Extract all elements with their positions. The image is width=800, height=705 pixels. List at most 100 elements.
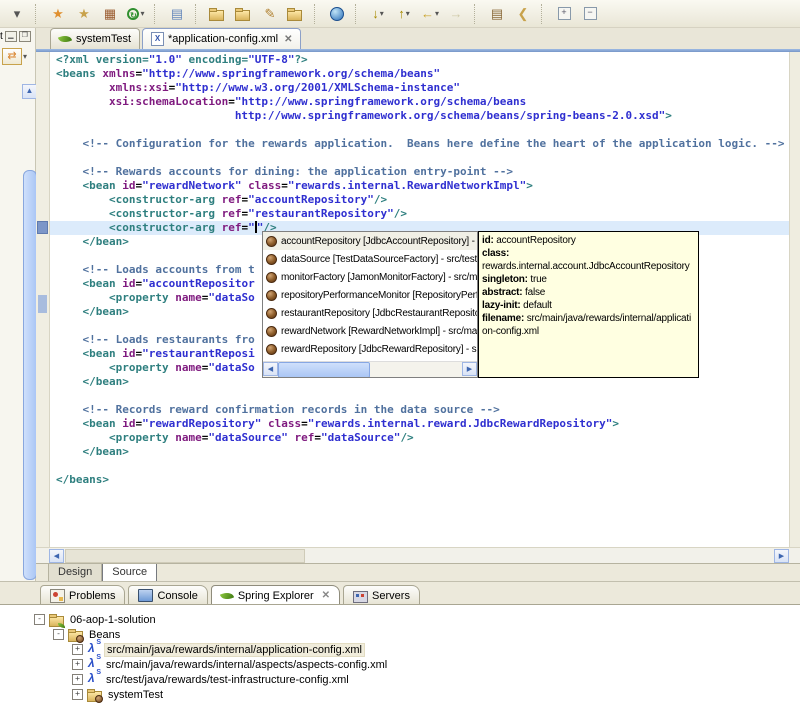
code-line[interactable]: <bean id="rewardNetwork" class="rewards.… [56, 179, 785, 193]
close-icon[interactable]: ✕ [284, 34, 292, 45]
view-tab-spring-explorer[interactable]: Spring Explorer ✕ [210, 585, 341, 605]
spring-explorer-tree[interactable]: -06-aop-1-solution-Beans+src/main/java/r… [0, 604, 800, 705]
completion-item[interactable]: dataSource [TestDataSourceFactory] - src… [263, 250, 477, 268]
last-edit-location-icon[interactable]: ▤ [485, 2, 509, 26]
vertical-scrollbar-thumb[interactable] [23, 170, 37, 580]
annotation-ruler[interactable] [36, 52, 50, 547]
code-line[interactable]: <constructor-arg ref="accountRepository"… [56, 193, 785, 207]
code-line[interactable]: xmlns:xsi="http://www.w3.org/2001/XMLSch… [56, 81, 785, 95]
minimize-icon[interactable]: ▁ [4, 30, 17, 42]
scroll-right-icon[interactable]: ▶ [774, 549, 789, 563]
editor-tab-systemTest[interactable]: systemTest [50, 28, 141, 49]
open-file-icon[interactable] [284, 2, 308, 26]
web-browser-icon[interactable] [325, 2, 349, 26]
code-line[interactable]: <!-- Records reward confirmation records… [56, 403, 785, 417]
popup-scroll-left-icon[interactable]: ◀ [263, 362, 278, 376]
completion-item[interactable]: repositoryPerformanceMonitor [Repository… [263, 286, 477, 304]
open-resource-icon[interactable] [232, 2, 256, 26]
expander-expand-icon[interactable]: + [72, 644, 83, 655]
tree-item[interactable]: + src/main/java/rewards/internal/applicat… [0, 639, 800, 657]
code-line[interactable]: <!-- Configuration for the rewards appli… [56, 137, 785, 151]
popup-horizontal-scrollbar[interactable]: ◀ ▶ [263, 361, 477, 377]
annotation-marker-icon[interactable] [38, 295, 47, 313]
code-line[interactable]: <property name="dataSource" ref="dataSou… [56, 431, 785, 445]
code-line[interactable]: </beans> [56, 473, 785, 487]
completion-item[interactable]: monitorFactory [JamonMonitorFactory] - s… [263, 268, 477, 286]
dropdown-caret-icon[interactable]: ▾ [406, 9, 410, 18]
restore-icon[interactable]: ❐ [18, 30, 31, 42]
new-wizard-icon[interactable]: ★ [46, 2, 70, 26]
next-annotation-icon[interactable]: ↓ ▾ [366, 2, 390, 26]
tag-icon[interactable]: ❮ [511, 2, 535, 26]
code-line[interactable]: <!-- Rewards accounts for dining: the ap… [56, 165, 785, 179]
view-tab-console[interactable]: Console [128, 585, 208, 605]
editor-tab-label: *application-config.xml [168, 33, 279, 45]
code-line[interactable]: <constructor-arg ref="restaurantReposito… [56, 207, 785, 221]
code-line[interactable]: <beans xmlns="http://www.springframework… [56, 67, 785, 81]
code-line[interactable] [56, 123, 785, 137]
completion-item[interactable]: rewardRepository [JdbcRewardRepository] … [263, 340, 477, 358]
code-line[interactable] [56, 151, 785, 165]
tree-item[interactable]: + src/test/java/rewards/test-infrastructu… [0, 669, 800, 687]
expand-all-icon[interactable]: + [552, 2, 576, 26]
close-icon[interactable]: ✕ [322, 590, 330, 601]
completion-item-label: rewardNetwork [RewardNetworkImpl] - src/… [281, 325, 477, 337]
code-line[interactable] [56, 389, 785, 403]
new-wizard-alt-icon[interactable]: ★ [72, 2, 96, 26]
tooltip-field-value: accountRepository [493, 235, 576, 246]
tree-item[interactable]: + systemTest [0, 687, 800, 703]
tree-item[interactable]: - Beans [0, 627, 800, 643]
expander-collapse-icon[interactable]: - [53, 629, 64, 640]
collapse-all-icon[interactable]: − [578, 2, 602, 26]
horizontal-scrollbar-thumb[interactable] [65, 549, 305, 563]
popup-scroll-right-icon[interactable]: ▶ [462, 362, 477, 376]
completion-item[interactable]: accountRepository [JdbcAccountRepository… [263, 232, 477, 250]
run-icon[interactable]: ↻ ▾ [124, 2, 148, 26]
toolbar-overflow-caret[interactable]: ▾ [5, 2, 29, 26]
mark-occurrences-pencil-icon[interactable]: ✎ [258, 2, 282, 26]
view-tab-problems[interactable]: Problems [40, 585, 126, 605]
open-perspective-icon[interactable] [206, 2, 230, 26]
expander-expand-icon[interactable]: + [72, 659, 83, 670]
expander-expand-icon[interactable]: + [72, 689, 83, 700]
previous-annotation-icon[interactable]: ↑ ▾ [392, 2, 416, 26]
forward-nav-icon[interactable]: → [444, 2, 468, 26]
bean-marker-icon[interactable] [37, 221, 48, 234]
tree-item[interactable]: - 06-aop-1-solution [0, 612, 800, 628]
editor-horizontal-scrollbar[interactable]: ◀ ▶ [36, 547, 800, 564]
open-type-icon[interactable]: ▤ [165, 2, 189, 26]
scroll-up-icon[interactable]: ▲ [22, 84, 37, 99]
back-nav-icon[interactable]: ← ▾ [418, 2, 442, 26]
completion-item[interactable]: restaurantRepository [JdbcRestaurantRepo… [263, 304, 477, 322]
popup-scrollbar-thumb[interactable] [278, 362, 370, 377]
editor-tab--application-config-xml[interactable]: X *application-config.xml ✕ [142, 28, 302, 49]
code-line[interactable]: http://www.springframework.org/schema/be… [56, 109, 785, 123]
debug-grid-icon[interactable]: ▦ [98, 2, 122, 26]
code-line[interactable]: <?xml version="1.0" encoding="UTF-8"?> [56, 53, 785, 67]
tree-item[interactable]: + src/main/java/rewards/internal/aspects/… [0, 654, 800, 672]
view-tab-servers[interactable]: Servers [343, 585, 420, 605]
code-line[interactable]: <bean id="rewardRepository" class="rewar… [56, 417, 785, 431]
link-with-editor-icon[interactable]: ⇄ [2, 48, 22, 65]
spring-config-file-icon [87, 669, 101, 686]
dropdown-caret-icon[interactable]: ▾ [140, 9, 144, 18]
code-line[interactable]: xsi:schemaLocation="http://www.springfra… [56, 95, 785, 109]
scroll-left-icon[interactable]: ◀ [49, 549, 64, 563]
dropdown-caret-icon[interactable]: ▾ [435, 9, 439, 18]
code-line[interactable] [56, 459, 785, 473]
completion-item[interactable]: rewardNetwork [RewardNetworkImpl] - src/… [263, 322, 477, 340]
popup-scrollbar-track[interactable] [370, 362, 462, 377]
overview-ruler[interactable] [789, 52, 800, 547]
beans-folder-icon [68, 628, 84, 643]
page-tab-design[interactable]: Design [48, 564, 103, 582]
view-menu-caret-icon[interactable]: ▾ [23, 52, 27, 61]
expander-collapse-icon[interactable]: - [34, 614, 45, 625]
dropdown-caret-icon[interactable]: ▾ [380, 9, 384, 18]
code-token: <!-- Rewards accounts for dining: the ap… [82, 165, 513, 178]
view-tab-bar: Problems Console Spring Explorer ✕ Servers [40, 585, 423, 605]
code-token: > [665, 109, 672, 122]
page-tab-source[interactable]: Source [102, 564, 158, 582]
code-line[interactable]: </bean> [56, 445, 785, 459]
expander-expand-icon[interactable]: + [72, 674, 83, 685]
